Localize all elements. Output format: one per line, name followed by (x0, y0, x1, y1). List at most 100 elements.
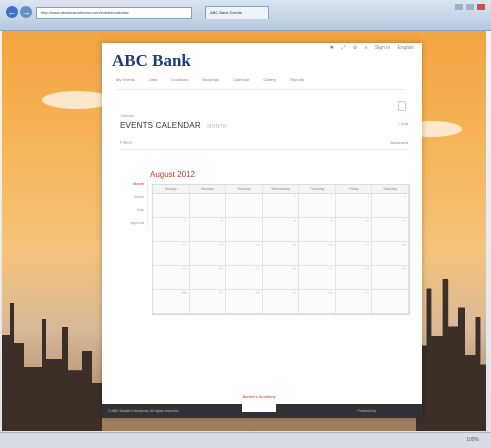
divider (116, 89, 406, 90)
web-page: ✱ ⤢ ⚙ ≡ Sign in English ABC Bank My Even… (102, 43, 422, 418)
maximize-button[interactable] (466, 4, 474, 10)
main-menu: My Events Lists Locations Bookings Calen… (116, 77, 412, 87)
calendar-day[interactable]: 19 (153, 266, 190, 290)
view-tabs: Month Week Day Agenda (122, 177, 148, 229)
menu-item[interactable]: My Events (116, 77, 135, 82)
academy-logo[interactable]: Banker's Academy (242, 392, 276, 412)
menu-item[interactable]: Gallery (263, 77, 276, 82)
calendar-day[interactable]: 24 (335, 266, 373, 290)
calendar-week: 26 27 28 29 30 31 (153, 290, 410, 314)
calendar-day[interactable]: 5 (153, 218, 190, 242)
calendar-day[interactable]: 17 (335, 242, 373, 266)
calendar-day[interactable]: 27 (189, 290, 227, 314)
calendar-week: 12 13 14 15 16 17 18 (153, 242, 410, 266)
status-bar: 100% (0, 432, 491, 448)
menu-item[interactable]: Calendar (233, 77, 249, 82)
page-viewport: ✱ ⤢ ⚙ ≡ Sign in English ABC Bank My Even… (2, 31, 486, 431)
gear-icon[interactable]: ⚙ (353, 45, 357, 51)
calendar-day[interactable]: 10 (335, 218, 373, 242)
menu-item[interactable]: Reports (290, 77, 304, 82)
divider (120, 149, 410, 150)
calendar-day[interactable]: 9 (299, 218, 336, 242)
weekday-header: Sunday Monday Tuesday Wednesday Thursday… (153, 185, 410, 194)
weekday-label: Tuesday (226, 185, 263, 194)
calendar-day[interactable]: 12 (153, 242, 190, 266)
breadcrumb[interactable]: Calendar (120, 114, 134, 118)
calendar-grid: Sunday Monday Tuesday Wednesday Thursday… (152, 184, 410, 315)
calendar-day[interactable]: 30 (299, 290, 336, 314)
weekday-label: Saturday (372, 185, 410, 194)
back-button[interactable]: ← (6, 6, 18, 18)
menu-item[interactable]: Locations (171, 77, 188, 82)
advanced-link[interactable]: Advanced (390, 140, 408, 145)
weekday-label: Sunday (153, 185, 190, 194)
calendar-day[interactable]: 22 (262, 266, 300, 290)
signin-link[interactable]: Sign in (375, 45, 390, 51)
calendar-day[interactable]: 1 (262, 194, 300, 218)
city-skyline-right (416, 279, 486, 431)
page-footer: Banker's Academy © ABC Banker's Academy.… (102, 392, 422, 418)
calendar-day[interactable]: 31 (335, 290, 373, 314)
minimize-button[interactable] (455, 4, 463, 10)
address-bar[interactable]: http://www.abcbankcalendar.com/events/ca… (36, 7, 192, 19)
calendar-day[interactable]: 7 (226, 218, 263, 242)
tab-day[interactable]: Day (122, 203, 148, 216)
calendar-day[interactable]: 21 (226, 266, 263, 290)
zoom-level[interactable]: 100% (466, 437, 479, 443)
expand-icon[interactable]: ⤢ (341, 45, 345, 51)
page-title-text: EVENTS CALENDAR (120, 121, 201, 130)
calendar-week: 1 2 3 4 (153, 194, 410, 218)
calendar-week: 19 20 21 22 23 24 25 (153, 266, 410, 290)
menu-item[interactable]: Lists (149, 77, 157, 82)
calendar-day[interactable]: 20 (189, 266, 227, 290)
add-event-button[interactable]: + Add (398, 121, 408, 126)
language-select[interactable]: English (398, 45, 414, 51)
calendar-day[interactable] (226, 194, 263, 218)
copyright-text: © ABC Banker's Academy. All rights reser… (108, 409, 179, 413)
close-window-button[interactable] (477, 4, 485, 10)
calendar-day[interactable] (372, 290, 410, 314)
weekday-label: Wednesday (262, 185, 300, 194)
browser-window: ← → http://www.abcbankcalendar.com/event… (0, 0, 491, 448)
calendar: August 2012 Sunday Monday Tuesday Wednes… (148, 170, 410, 350)
tab-month[interactable]: Month (122, 177, 148, 190)
calendar-day[interactable]: 15 (262, 242, 300, 266)
weekday-label: Friday (335, 185, 373, 194)
calendar-day[interactable]: 23 (299, 266, 336, 290)
browser-tab[interactable]: ABC Bank Events (205, 6, 269, 19)
calendar-day[interactable]: 13 (189, 242, 227, 266)
browser-toolbar: ← → http://www.abcbankcalendar.com/event… (0, 0, 491, 31)
trash-icon[interactable] (398, 101, 406, 111)
calendar-day[interactable]: 29 (262, 290, 300, 314)
calendar-day[interactable]: 8 (262, 218, 300, 242)
calendar-day[interactable]: 6 (189, 218, 227, 242)
calendar-day[interactable]: 16 (299, 242, 336, 266)
calendar-day[interactable]: 11 (372, 218, 410, 242)
city-skyline-left (2, 303, 102, 431)
brand-logo[interactable]: ABC Bank (112, 51, 191, 71)
calendar-day[interactable]: 25 (372, 266, 410, 290)
filters-toggle[interactable]: Filters (120, 140, 132, 145)
menu-icon[interactable]: ≡ (365, 45, 368, 51)
calendar-day[interactable]: 14 (226, 242, 263, 266)
menu-item[interactable]: Bookings (202, 77, 218, 82)
calendar-day-today[interactable]: 26 (153, 290, 190, 314)
calendar-day[interactable]: 18 (372, 242, 410, 266)
top-icons: ✱ ⤢ ⚙ ≡ Sign in English (324, 45, 414, 51)
weekday-label: Thursday (299, 185, 336, 194)
weekday-label: Monday (189, 185, 227, 194)
powered-by-text: Powered by (357, 409, 376, 413)
calendar-day[interactable] (189, 194, 227, 218)
calendar-day[interactable]: 28 (226, 290, 263, 314)
calendar-month-title: August 2012 (150, 170, 195, 179)
star-icon[interactable]: ✱ (330, 45, 334, 51)
page-subtitle: MONTH (207, 124, 227, 130)
calendar-day[interactable]: 2 (299, 194, 336, 218)
calendar-day[interactable]: 4 (372, 194, 410, 218)
calendar-week: 5 6 7 8 9 10 11 (153, 218, 410, 242)
tab-agenda[interactable]: Agenda (122, 216, 148, 229)
forward-button[interactable]: → (20, 6, 32, 18)
calendar-day[interactable]: 3 (335, 194, 373, 218)
tab-week[interactable]: Week (122, 190, 148, 203)
calendar-day[interactable] (153, 194, 190, 218)
